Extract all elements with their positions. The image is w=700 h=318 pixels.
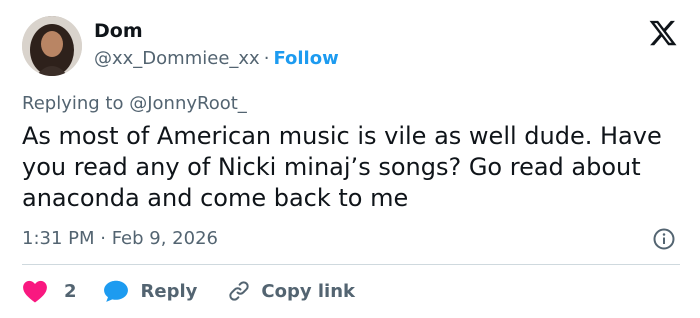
tweet-text: As most of American music is vile as wel… <box>22 122 662 212</box>
reply-button[interactable]: Reply <box>103 279 198 303</box>
replying-mention[interactable]: @JonnyRoot_ <box>129 93 247 114</box>
info-icon[interactable] <box>652 227 676 251</box>
replying-prefix: Replying to <box>22 93 124 114</box>
copy-link-label: Copy link <box>261 280 355 302</box>
reply-label: Reply <box>140 280 198 302</box>
link-icon <box>229 281 250 301</box>
divider <box>22 264 680 265</box>
avatar-image <box>22 16 82 76</box>
heart-icon <box>23 280 47 303</box>
author-avatar[interactable] <box>22 16 82 76</box>
author-handle-row: @xx_Dommiee_xx · Follow <box>94 48 339 69</box>
speech-bubble-icon <box>103 280 128 302</box>
replying-to: Replying to @JonnyRoot_ <box>22 93 247 114</box>
action-bar: 2 Reply Copy link <box>22 276 355 306</box>
author-handle[interactable]: @xx_Dommiee_xx <box>94 48 260 69</box>
copy-link-button[interactable]: Copy link <box>227 279 355 303</box>
tweet-timestamp[interactable]: 1:31 PM · Feb 9, 2026 <box>22 228 218 249</box>
like-button[interactable]: 2 <box>22 279 77 303</box>
x-logo-icon[interactable] <box>648 18 678 48</box>
follow-button[interactable]: Follow <box>273 48 338 69</box>
separator-dot: · <box>263 48 270 69</box>
like-count: 2 <box>64 280 77 302</box>
author-name[interactable]: Dom <box>94 20 143 42</box>
